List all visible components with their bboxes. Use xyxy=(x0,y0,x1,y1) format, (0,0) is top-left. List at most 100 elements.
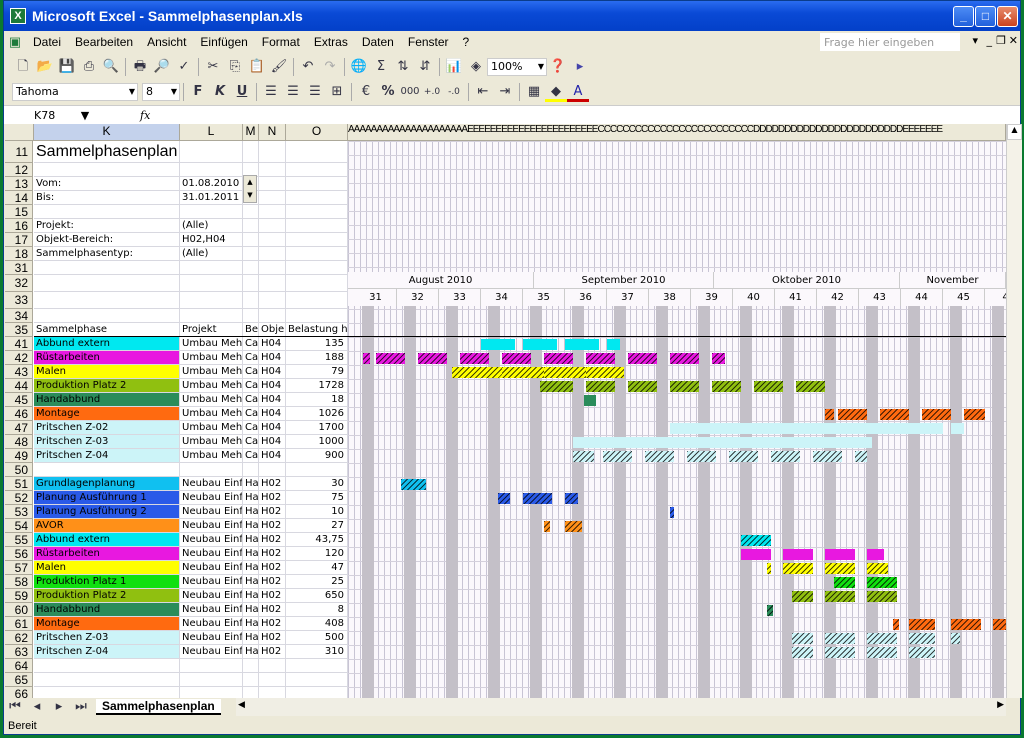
header-be[interactable]: Be: xyxy=(243,323,259,337)
bearbeiter[interactable]: Ca xyxy=(243,365,259,379)
font-color-icon[interactable]: A xyxy=(567,82,589,102)
row-header[interactable]: 56 xyxy=(5,547,33,561)
column-header-o[interactable]: O xyxy=(286,124,348,141)
phase-name[interactable]: Pritschen Z-03 xyxy=(34,435,180,449)
objekt[interactable]: H02 xyxy=(259,477,286,491)
hyperlink-icon[interactable]: 🌐 xyxy=(348,57,370,77)
belastung[interactable]: 75 xyxy=(286,491,348,505)
borders-icon[interactable]: ▦ xyxy=(523,82,545,102)
bearbeiter[interactable]: Ha xyxy=(243,575,259,589)
objekt[interactable]: H04 xyxy=(259,449,286,463)
phase-name[interactable]: Rüstarbeiten xyxy=(34,351,180,365)
cell[interactable] xyxy=(259,233,286,247)
objekt[interactable]: H04 xyxy=(259,421,286,435)
row-header[interactable]: 63 xyxy=(5,645,33,659)
objekt[interactable]: H02 xyxy=(259,575,286,589)
belastung[interactable]: 8 xyxy=(286,603,348,617)
bearbeiter[interactable]: Ha xyxy=(243,519,259,533)
header-phase[interactable]: Sammelphase xyxy=(34,323,180,337)
chart-wizard-icon[interactable]: 📊 xyxy=(443,57,465,77)
phase-name[interactable]: Handabbund xyxy=(34,603,180,617)
new-icon[interactable]: 🗋 xyxy=(12,57,34,77)
cell[interactable] xyxy=(259,687,286,698)
undo-icon[interactable]: ↶ xyxy=(297,57,319,77)
objekt[interactable]: H02 xyxy=(259,631,286,645)
menu-einfuegen[interactable]: Einfügen xyxy=(193,35,254,49)
bearbeiter[interactable]: Ca xyxy=(243,379,259,393)
cell[interactable] xyxy=(286,163,348,177)
print-preview-icon[interactable]: 🔎 xyxy=(151,57,173,77)
menu-help[interactable]: ? xyxy=(456,35,477,49)
belastung[interactable]: 1728 xyxy=(286,379,348,393)
format-painter-icon[interactable]: 🖌 xyxy=(268,57,290,77)
menu-fenster[interactable]: Fenster xyxy=(401,35,456,49)
menu-extras[interactable]: Extras xyxy=(307,35,355,49)
cell[interactable] xyxy=(243,141,259,163)
filter-value[interactable]: H02,H04 xyxy=(180,233,243,247)
objekt[interactable]: H04 xyxy=(259,351,286,365)
belastung[interactable]: 25 xyxy=(286,575,348,589)
belastung[interactable]: 47 xyxy=(286,561,348,575)
cell[interactable] xyxy=(259,177,286,191)
belastung[interactable]: 900 xyxy=(286,449,348,463)
phase-name[interactable]: Pritschen Z-04 xyxy=(34,645,180,659)
objekt[interactable]: H02 xyxy=(259,505,286,519)
objekt[interactable]: H02 xyxy=(259,589,286,603)
projekt[interactable]: Neubau Einfa xyxy=(180,617,243,631)
first-sheet-icon[interactable]: ⏮ xyxy=(4,697,26,717)
currency-icon[interactable]: € xyxy=(355,82,377,102)
phase-name[interactable]: Rüstarbeiten xyxy=(34,547,180,561)
cell[interactable] xyxy=(243,261,259,275)
belastung[interactable] xyxy=(286,463,348,477)
cell[interactable] xyxy=(180,673,243,687)
phase-name[interactable]: Abbund extern xyxy=(34,533,180,547)
cut-icon[interactable]: ✂ xyxy=(202,57,224,77)
filter-label[interactable]: Vom: xyxy=(34,177,180,191)
cell[interactable] xyxy=(243,292,259,309)
bearbeiter[interactable]: Ha xyxy=(243,491,259,505)
vertical-scrollbar[interactable]: ▲ xyxy=(1006,124,1022,698)
row-header[interactable]: 45 xyxy=(5,393,33,407)
objekt[interactable] xyxy=(259,463,286,477)
belastung[interactable]: 310 xyxy=(286,645,348,659)
phase-name[interactable]: Pritschen Z-04 xyxy=(34,449,180,463)
objekt[interactable]: H02 xyxy=(259,547,286,561)
cell[interactable] xyxy=(180,687,243,698)
belastung[interactable]: 135 xyxy=(286,337,348,351)
cell[interactable] xyxy=(243,659,259,673)
phase-name[interactable]: Pritschen Z-03 xyxy=(34,631,180,645)
cell[interactable] xyxy=(243,219,259,233)
cell[interactable] xyxy=(180,163,243,177)
objekt[interactable]: H04 xyxy=(259,435,286,449)
objekt[interactable]: H04 xyxy=(259,365,286,379)
row-header[interactable]: 43 xyxy=(5,365,33,379)
cell[interactable] xyxy=(259,309,286,323)
menu-format[interactable]: Format xyxy=(255,35,307,49)
belastung[interactable]: 1000 xyxy=(286,435,348,449)
drawing-icon[interactable]: ◈ xyxy=(465,57,487,77)
header-objekt[interactable]: Objel xyxy=(259,323,286,337)
merge-center-icon[interactable]: ⊞ xyxy=(326,82,348,102)
projekt[interactable]: Umbau Mehr xyxy=(180,379,243,393)
objekt[interactable]: H02 xyxy=(259,533,286,547)
copy-icon[interactable]: ⎘ xyxy=(224,57,246,77)
objekt[interactable]: H02 xyxy=(259,519,286,533)
toolbar-options-icon[interactable]: ▸ xyxy=(569,57,591,77)
filter-label[interactable]: Sammelphasentyp: xyxy=(34,247,180,261)
phase-name[interactable]: Pritschen Z-02 xyxy=(34,421,180,435)
projekt[interactable]: Umbau Mehr xyxy=(180,337,243,351)
row-header[interactable]: 48 xyxy=(5,435,33,449)
sheet-tab-sammelphasenplan[interactable]: Sammelphasenplan xyxy=(96,699,221,715)
bearbeiter[interactable]: Ha xyxy=(243,505,259,519)
belastung[interactable]: 30 xyxy=(286,477,348,491)
scroll-right-icon[interactable]: ▶ xyxy=(997,700,1004,710)
row-header[interactable]: 17 xyxy=(5,233,33,247)
cell[interactable] xyxy=(180,275,243,292)
cell[interactable] xyxy=(286,309,348,323)
projekt[interactable]: Umbau Mehr xyxy=(180,449,243,463)
projekt[interactable]: Umbau Mehr xyxy=(180,407,243,421)
phase-name[interactable]: Montage xyxy=(34,407,180,421)
projekt[interactable]: Neubau Einfa xyxy=(180,589,243,603)
belastung[interactable]: 18 xyxy=(286,393,348,407)
phase-name[interactable]: Handabbund xyxy=(34,393,180,407)
